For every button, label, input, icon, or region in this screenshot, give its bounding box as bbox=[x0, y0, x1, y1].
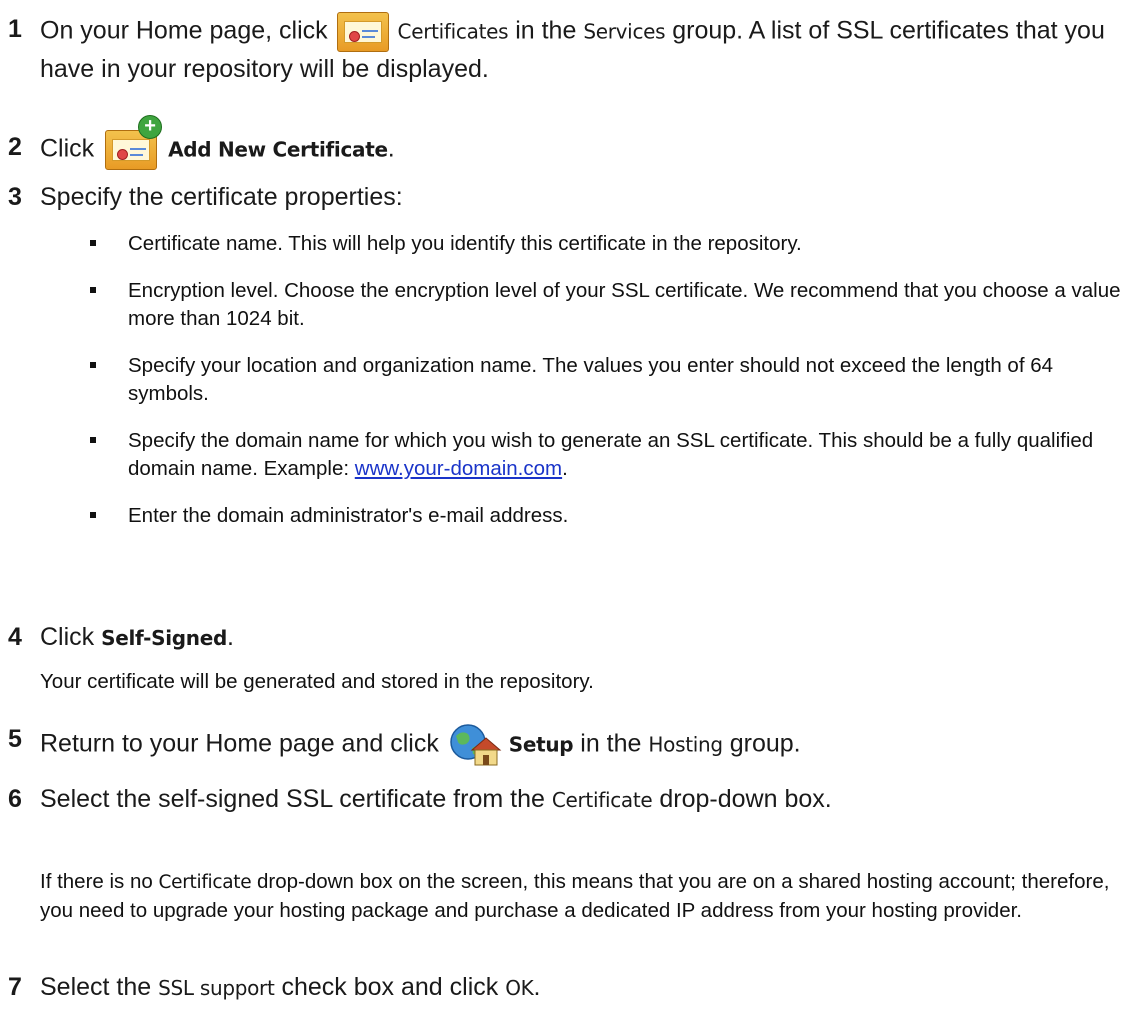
step-5: 5 Return to your Home page and click Set… bbox=[8, 722, 1128, 768]
globe-house-icon bbox=[446, 722, 502, 768]
properties-list: Certificate name. This will help you ide… bbox=[90, 230, 1135, 549]
note-after-step-4: Your certificate will be generated and s… bbox=[40, 670, 594, 693]
step-text: Click bbox=[40, 623, 95, 651]
step-text: Select the bbox=[40, 973, 152, 1001]
step-number: 1 bbox=[8, 15, 22, 43]
ui-label-certificate: Certificate bbox=[551, 788, 653, 812]
ui-label-self-signed: Self-Signed bbox=[101, 626, 227, 650]
step-text: Specify the certificate properties: bbox=[40, 183, 403, 211]
step-7: 7 Select the SSL support check box and c… bbox=[8, 970, 1128, 1005]
step-text: drop-down box. bbox=[659, 785, 832, 813]
step-3: 3 Specify the certificate properties: bbox=[8, 180, 1128, 214]
step-text: group. bbox=[729, 729, 801, 758]
add-certificate-icon: + bbox=[105, 115, 163, 170]
step-text: . bbox=[387, 134, 395, 163]
step-number: 3 bbox=[8, 183, 22, 211]
list-item: Encryption level. Choose the encryption … bbox=[90, 277, 1135, 333]
note-after-step-6: If there is no Certificate drop-down box… bbox=[40, 868, 1120, 925]
step-text: in the bbox=[515, 16, 577, 45]
certificate-icon bbox=[336, 12, 389, 52]
step-number: 7 bbox=[8, 973, 22, 1001]
step-2: 2 Click + Add New Certificate. bbox=[8, 115, 1128, 170]
ui-label-certificates: Certificates bbox=[397, 19, 509, 44]
ui-label-hosting: Hosting bbox=[648, 732, 723, 757]
ui-label-add-new-certificate: Add New Certificate bbox=[168, 137, 388, 162]
step-1: 1 On your Home page, click Certificates … bbox=[8, 12, 1128, 86]
step-number: 6 bbox=[8, 785, 22, 813]
ui-label-services: Services bbox=[583, 19, 666, 44]
list-item: Specify your location and organization n… bbox=[90, 352, 1135, 408]
step-4: 4 Click Self-Signed. bbox=[8, 620, 1128, 655]
step-text: check box and click bbox=[281, 973, 499, 1001]
list-item-text: Specify your location and organization n… bbox=[128, 354, 1054, 405]
example-domain-link[interactable]: www.your-domain.com bbox=[355, 457, 562, 480]
list-item: Specify the domain name for which you wi… bbox=[90, 427, 1135, 483]
step-text: . bbox=[227, 623, 234, 651]
step-text: Return to your Home page and click bbox=[40, 729, 439, 758]
list-item-text: Specify the domain name for which you wi… bbox=[128, 429, 1094, 480]
document-page: 1 On your Home page, click Certificates … bbox=[0, 0, 1143, 1015]
ui-label-ssl-support: SSL support bbox=[158, 976, 275, 1000]
ui-label-setup: Setup bbox=[508, 732, 574, 757]
ui-label-ok: OK bbox=[505, 976, 534, 1000]
step-number: 2 bbox=[8, 133, 22, 161]
list-item-text: Certificate name. This will help you ide… bbox=[128, 232, 802, 255]
ui-label-certificate: Certificate bbox=[158, 872, 252, 893]
step-text: Click bbox=[40, 134, 95, 163]
list-item-text: Enter the domain administrator's e-mail … bbox=[128, 504, 569, 527]
step-6: 6 Select the self-signed SSL certificate… bbox=[8, 782, 1128, 817]
list-item-text: Encryption level. Choose the encryption … bbox=[128, 279, 1121, 330]
list-item: Certificate name. This will help you ide… bbox=[90, 230, 1135, 258]
step-text: . bbox=[533, 973, 541, 1001]
step-text: in the bbox=[580, 729, 642, 758]
step-text: Select the self-signed SSL certificate f… bbox=[40, 785, 545, 813]
note-text: If there is no bbox=[40, 870, 153, 893]
list-item: Enter the domain administrator's e-mail … bbox=[90, 502, 1135, 530]
step-number: 5 bbox=[8, 725, 22, 753]
plus-icon: + bbox=[138, 115, 163, 139]
list-item-text: . bbox=[562, 457, 568, 480]
step-number: 4 bbox=[8, 623, 22, 651]
step-text: On your Home page, click bbox=[40, 16, 328, 45]
